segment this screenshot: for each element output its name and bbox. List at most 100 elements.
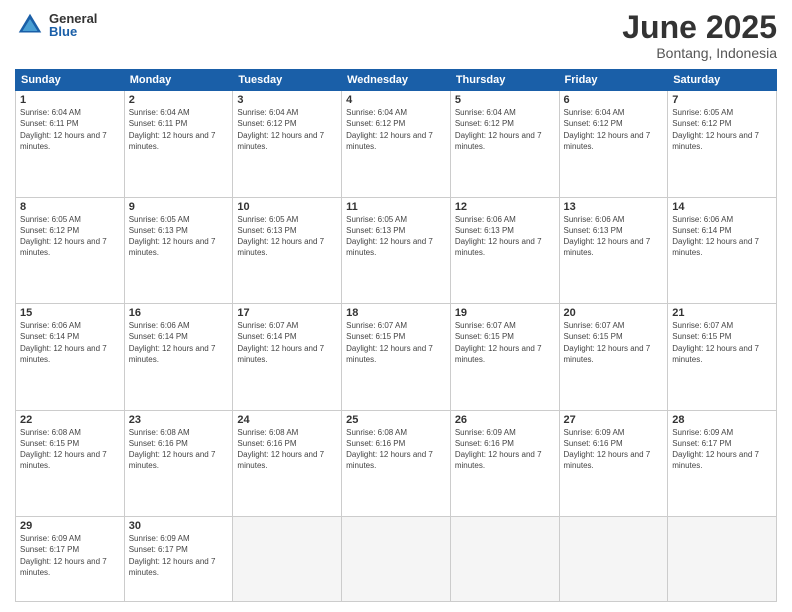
day-number: 21 xyxy=(672,307,772,319)
table-row xyxy=(559,517,668,602)
day-number: 30 xyxy=(129,520,229,532)
day-number: 18 xyxy=(346,307,446,319)
table-row: 9 Sunrise: 6:05 AMSunset: 6:13 PMDaylight… xyxy=(124,197,233,304)
col-tuesday: Tuesday xyxy=(233,70,342,91)
location-subtitle: Bontang, Indonesia xyxy=(622,45,777,61)
col-saturday: Saturday xyxy=(668,70,777,91)
day-info: Sunrise: 6:09 AMSunset: 6:16 PMDaylight:… xyxy=(455,428,542,471)
day-number: 11 xyxy=(346,201,446,213)
table-row: 22 Sunrise: 6:08 AMSunset: 6:15 PMDayligh… xyxy=(16,410,125,517)
table-row xyxy=(233,517,342,602)
day-number: 3 xyxy=(237,94,337,106)
day-info: Sunrise: 6:09 AMSunset: 6:17 PMDaylight:… xyxy=(20,534,107,577)
calendar-header-row: Sunday Monday Tuesday Wednesday Thursday… xyxy=(16,70,777,91)
day-info: Sunrise: 6:05 AMSunset: 6:12 PMDaylight:… xyxy=(672,108,759,151)
day-info: Sunrise: 6:09 AMSunset: 6:17 PMDaylight:… xyxy=(129,534,216,577)
day-number: 2 xyxy=(129,94,229,106)
day-number: 4 xyxy=(346,94,446,106)
table-row: 26 Sunrise: 6:09 AMSunset: 6:16 PMDayligh… xyxy=(450,410,559,517)
day-info: Sunrise: 6:06 AMSunset: 6:13 PMDaylight:… xyxy=(564,215,651,258)
day-info: Sunrise: 6:08 AMSunset: 6:16 PMDaylight:… xyxy=(129,428,216,471)
header: General Blue June 2025 Bontang, Indonesi… xyxy=(15,10,777,61)
month-title: June 2025 xyxy=(622,10,777,45)
day-number: 20 xyxy=(564,307,664,319)
day-number: 6 xyxy=(564,94,664,106)
day-number: 1 xyxy=(20,94,120,106)
table-row: 1 Sunrise: 6:04 AMSunset: 6:11 PMDaylight… xyxy=(16,91,125,198)
table-row: 21Sunrise: 6:07 AMSunset: 6:15 PMDayligh… xyxy=(668,304,777,411)
day-info: Sunrise: 6:08 AMSunset: 6:15 PMDaylight:… xyxy=(20,428,107,471)
day-number: 29 xyxy=(20,520,120,532)
day-number: 7 xyxy=(672,94,772,106)
table-row: 3Sunrise: 6:04 AMSunset: 6:12 PMDaylight… xyxy=(233,91,342,198)
day-info: Sunrise: 6:06 AMSunset: 6:14 PMDaylight:… xyxy=(20,321,107,364)
day-info: Sunrise: 6:05 AMSunset: 6:12 PMDaylight:… xyxy=(20,215,107,258)
table-row: 6 Sunrise: 6:04 AMSunset: 6:12 PMDaylight… xyxy=(559,91,668,198)
day-number: 14 xyxy=(672,201,772,213)
day-info: Sunrise: 6:07 AMSunset: 6:15 PMDaylight:… xyxy=(455,321,542,364)
col-thursday: Thursday xyxy=(450,70,559,91)
day-number: 22 xyxy=(20,414,120,426)
day-info: Sunrise: 6:04 AMSunset: 6:11 PMDaylight:… xyxy=(20,108,107,151)
table-row: 29 Sunrise: 6:09 AMSunset: 6:17 PMDayligh… xyxy=(16,517,125,602)
table-row: 4 Sunrise: 6:04 AMSunset: 6:12 PMDaylight… xyxy=(342,91,451,198)
logo: General Blue xyxy=(15,10,97,40)
day-number: 26 xyxy=(455,414,555,426)
day-info: Sunrise: 6:06 AMSunset: 6:13 PMDaylight:… xyxy=(455,215,542,258)
table-row: 15 Sunrise: 6:06 AMSunset: 6:14 PMDayligh… xyxy=(16,304,125,411)
table-row xyxy=(450,517,559,602)
day-info: Sunrise: 6:05 AMSunset: 6:13 PMDaylight:… xyxy=(237,215,324,258)
table-row: 19 Sunrise: 6:07 AMSunset: 6:15 PMDayligh… xyxy=(450,304,559,411)
table-row: 27 Sunrise: 6:09 AMSunset: 6:16 PMDayligh… xyxy=(559,410,668,517)
day-info: Sunrise: 6:04 AMSunset: 6:12 PMDaylight:… xyxy=(346,108,433,151)
title-block: June 2025 Bontang, Indonesia xyxy=(622,10,777,61)
col-monday: Monday xyxy=(124,70,233,91)
day-info: Sunrise: 6:04 AMSunset: 6:12 PMDaylight:… xyxy=(564,108,651,151)
logo-icon xyxy=(15,10,45,40)
day-info: Sunrise: 6:07 AMSunset: 6:14 PMDaylight:… xyxy=(237,321,324,364)
day-number: 24 xyxy=(237,414,337,426)
table-row: 18 Sunrise: 6:07 AMSunset: 6:15 PMDayligh… xyxy=(342,304,451,411)
table-row xyxy=(342,517,451,602)
day-info: Sunrise: 6:06 AMSunset: 6:14 PMDaylight:… xyxy=(129,321,216,364)
table-row: 17Sunrise: 6:07 AMSunset: 6:14 PMDayligh… xyxy=(233,304,342,411)
table-row: 7 Sunrise: 6:05 AMSunset: 6:12 PMDaylight… xyxy=(668,91,777,198)
day-info: Sunrise: 6:08 AMSunset: 6:16 PMDaylight:… xyxy=(346,428,433,471)
day-number: 28 xyxy=(672,414,772,426)
day-info: Sunrise: 6:06 AMSunset: 6:14 PMDaylight:… xyxy=(672,215,759,258)
day-number: 16 xyxy=(129,307,229,319)
table-row: 2Sunrise: 6:04 AMSunset: 6:11 PMDaylight… xyxy=(124,91,233,198)
day-info: Sunrise: 6:07 AMSunset: 6:15 PMDaylight:… xyxy=(564,321,651,364)
day-number: 27 xyxy=(564,414,664,426)
day-number: 15 xyxy=(20,307,120,319)
table-row: 30 Sunrise: 6:09 AMSunset: 6:17 PMDayligh… xyxy=(124,517,233,602)
table-row: 25 Sunrise: 6:08 AMSunset: 6:16 PMDayligh… xyxy=(342,410,451,517)
table-row: 13Sunrise: 6:06 AMSunset: 6:13 PMDayligh… xyxy=(559,197,668,304)
table-row: 12Sunrise: 6:06 AMSunset: 6:13 PMDayligh… xyxy=(450,197,559,304)
table-row: 23Sunrise: 6:08 AMSunset: 6:16 PMDayligh… xyxy=(124,410,233,517)
logo-text: General Blue xyxy=(49,12,97,38)
day-number: 8 xyxy=(20,201,120,213)
table-row: 14 Sunrise: 6:06 AMSunset: 6:14 PMDayligh… xyxy=(668,197,777,304)
table-row: 24 Sunrise: 6:08 AMSunset: 6:16 PMDayligh… xyxy=(233,410,342,517)
col-wednesday: Wednesday xyxy=(342,70,451,91)
day-info: Sunrise: 6:04 AMSunset: 6:12 PMDaylight:… xyxy=(455,108,542,151)
table-row: 16 Sunrise: 6:06 AMSunset: 6:14 PMDayligh… xyxy=(124,304,233,411)
table-row: 5 Sunrise: 6:04 AMSunset: 6:12 PMDaylight… xyxy=(450,91,559,198)
table-row: 11 Sunrise: 6:05 AMSunset: 6:13 PMDayligh… xyxy=(342,197,451,304)
table-row: 20 Sunrise: 6:07 AMSunset: 6:15 PMDayligh… xyxy=(559,304,668,411)
day-number: 9 xyxy=(129,201,229,213)
day-info: Sunrise: 6:09 AMSunset: 6:16 PMDaylight:… xyxy=(564,428,651,471)
table-row xyxy=(668,517,777,602)
day-info: Sunrise: 6:05 AMSunset: 6:13 PMDaylight:… xyxy=(129,215,216,258)
day-number: 19 xyxy=(455,307,555,319)
day-info: Sunrise: 6:05 AMSunset: 6:13 PMDaylight:… xyxy=(346,215,433,258)
page: General Blue June 2025 Bontang, Indonesi… xyxy=(0,0,792,612)
day-info: Sunrise: 6:09 AMSunset: 6:17 PMDaylight:… xyxy=(672,428,759,471)
logo-blue: Blue xyxy=(49,25,97,38)
day-number: 10 xyxy=(237,201,337,213)
day-info: Sunrise: 6:08 AMSunset: 6:16 PMDaylight:… xyxy=(237,428,324,471)
day-info: Sunrise: 6:07 AMSunset: 6:15 PMDaylight:… xyxy=(346,321,433,364)
day-number: 25 xyxy=(346,414,446,426)
day-number: 5 xyxy=(455,94,555,106)
